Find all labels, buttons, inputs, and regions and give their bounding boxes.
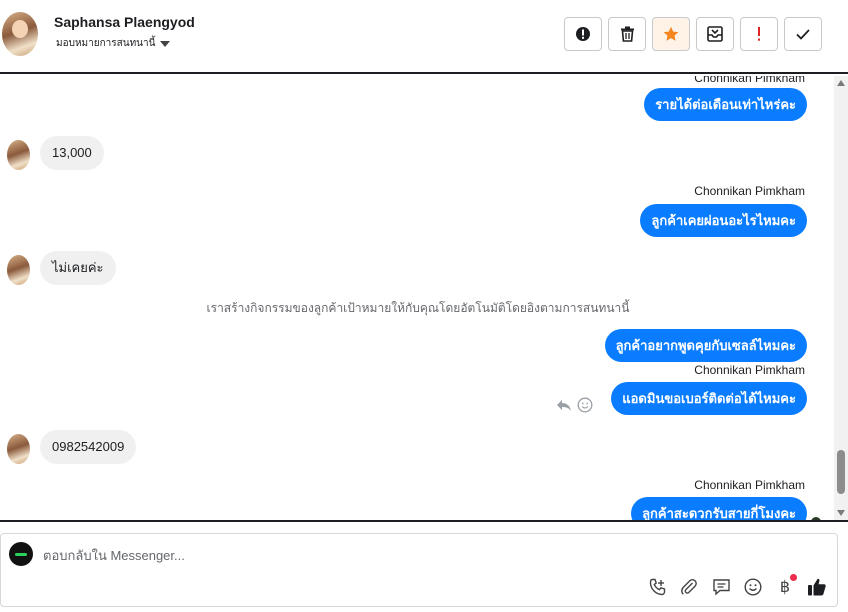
star-button[interactable] <box>652 17 690 51</box>
mark-spam-button[interactable] <box>564 17 602 51</box>
message-scrollbar[interactable] <box>834 76 848 520</box>
outgoing-message[interactable]: รายได้ต่อเดือนเท่าไหร่คะ <box>644 88 807 121</box>
incoming-message[interactable]: 0982542009 <box>40 430 137 464</box>
sender-name: Chonnikan Pimkham <box>694 363 805 377</box>
outgoing-message[interactable]: ลูกค้าอยากพูดคุยกับเซลล์ไหมคะ <box>604 329 807 362</box>
reply-icon[interactable] <box>556 397 572 413</box>
header-actions <box>564 17 822 51</box>
delete-button[interactable] <box>608 17 646 51</box>
reply-composer: ฿ <box>0 533 838 607</box>
archive-button[interactable] <box>696 17 734 51</box>
alert-circle-icon <box>576 27 590 41</box>
check-icon <box>796 29 810 40</box>
assign-label: มอบหมายการสนทนานี้ <box>56 38 156 49</box>
star-icon <box>663 26 679 41</box>
payment-button[interactable]: ฿ <box>775 574 797 598</box>
react-emoji-icon[interactable] <box>577 397 593 413</box>
call-button[interactable] <box>647 576 667 598</box>
caret-down-icon <box>160 40 171 47</box>
follow-up-button[interactable] <box>740 17 778 51</box>
contact-name[interactable]: Saphansa Plaengyod <box>54 14 195 30</box>
like-button[interactable] <box>807 576 827 598</box>
baht-payment-icon: ฿ <box>779 579 791 596</box>
contact-avatar-small <box>7 255 30 285</box>
archive-icon <box>707 26 723 42</box>
divider <box>0 520 848 522</box>
outgoing-message[interactable]: แอดมินขอเบอร์ติดต่อได้ไหมคะ <box>611 382 807 415</box>
mark-done-button[interactable] <box>784 17 822 51</box>
contact-avatar-small <box>7 434 30 464</box>
system-notice: เราสร้างกิจกรรมของลูกค้าเป้าหมายให้กับคุ… <box>206 301 630 315</box>
sender-name: Chonnikan Pimkham <box>694 184 805 198</box>
sender-name: Chonnikan Pimkham <box>694 76 805 85</box>
incoming-message[interactable]: 13,000 <box>40 136 104 170</box>
sender-name: Chonnikan Pimkham <box>694 478 805 492</box>
saved-replies-button[interactable] <box>711 576 731 598</box>
composer-tools: ฿ <box>647 574 827 598</box>
emoji-button[interactable] <box>743 576 763 598</box>
scroll-down-arrow[interactable] <box>837 510 845 516</box>
exclamation-icon <box>758 27 760 41</box>
page-avatar <box>9 542 33 566</box>
saved-replies-icon <box>712 579 730 596</box>
thumbs-up-icon <box>808 578 826 596</box>
emoji-icon <box>744 578 762 596</box>
attachment-icon <box>681 579 697 595</box>
scroll-up-arrow[interactable] <box>837 80 845 86</box>
contact-avatar-small <box>7 140 30 170</box>
outgoing-message[interactable]: ลูกค้าสะดวกรับสายกี่โมงคะ <box>631 497 807 520</box>
scroll-thumb[interactable] <box>837 450 845 494</box>
assign-conversation-dropdown[interactable]: มอบหมายการสนทนานี้ <box>56 36 171 51</box>
notification-dot <box>790 574 797 581</box>
call-icon <box>649 578 665 595</box>
outgoing-message[interactable]: ลูกค้าเคยผ่อนอะไรไหมคะ <box>640 204 807 237</box>
trash-icon <box>620 26 634 42</box>
reply-input[interactable] <box>43 544 603 566</box>
contact-avatar[interactable] <box>2 12 38 56</box>
conversation-header: Saphansa Plaengyod มอบหมายการสนทนานี้ <box>0 0 848 74</box>
message-thread[interactable]: Chonnikan Pimkham รายได้ต่อเดือนเท่าไหร่… <box>0 76 836 520</box>
attach-button[interactable] <box>679 576 699 598</box>
incoming-message[interactable]: ไม่เคยค่ะ <box>40 251 116 285</box>
